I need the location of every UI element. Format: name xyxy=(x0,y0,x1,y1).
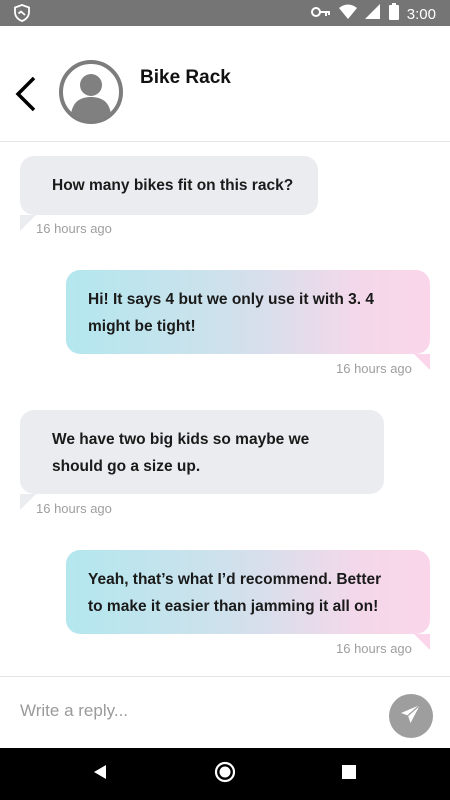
person-avatar-icon xyxy=(58,60,124,129)
message-text-line: Yeah, that’s what I’d recommend. Better xyxy=(88,571,382,588)
chat-header: Bike Rack xyxy=(0,26,450,142)
signal-icon xyxy=(364,3,381,25)
bubble-tail xyxy=(20,215,36,231)
message-text-line: to make it easier than jamming it all on… xyxy=(88,598,379,615)
nav-recents-button[interactable] xyxy=(337,762,361,786)
message-text: How many bikes fit on this rack? xyxy=(52,177,294,194)
message-time: 16 hours ago xyxy=(36,501,112,516)
message-bubble-incoming: How many bikes fit on this rack? xyxy=(20,156,318,215)
message-list[interactable]: How many bikes fit on this rack? 16 hour… xyxy=(0,142,450,676)
message-bubble-outgoing: Yeah, that’s what I’d recommend. Better … xyxy=(66,550,430,634)
status-time: 3:00 xyxy=(406,5,436,23)
back-triangle-icon xyxy=(92,764,108,785)
back-arrow-icon xyxy=(10,76,44,118)
shield-icon xyxy=(14,4,30,27)
bubble-tail xyxy=(414,354,430,370)
key-icon xyxy=(310,5,331,23)
recents-square-icon xyxy=(342,764,356,784)
message-text-line: We have two big kids so maybe we xyxy=(52,431,310,448)
message-time: 16 hours ago xyxy=(336,361,412,376)
battery-icon xyxy=(388,3,399,25)
message-bubble-incoming: We have two big kids so maybe we should … xyxy=(20,410,384,494)
send-icon xyxy=(399,702,423,731)
system-nav-bar xyxy=(0,748,450,800)
status-bar: 3:00 xyxy=(0,0,450,26)
bubble-tail xyxy=(20,494,36,510)
back-button[interactable] xyxy=(10,70,44,114)
reply-input[interactable] xyxy=(20,691,370,731)
nav-back-button[interactable] xyxy=(88,762,112,786)
message-time: 16 hours ago xyxy=(36,221,112,236)
send-button[interactable] xyxy=(389,694,433,738)
wifi-icon xyxy=(338,4,357,25)
message-text-line: should go a size up. xyxy=(52,458,201,475)
bubble-tail xyxy=(414,634,430,650)
reply-bar xyxy=(0,676,450,748)
avatar[interactable] xyxy=(58,59,124,125)
message-text-line: Hi! It says 4 but we only use it with 3.… xyxy=(88,291,374,308)
home-circle-icon xyxy=(214,761,236,788)
nav-home-button[interactable] xyxy=(213,761,237,788)
message-time: 16 hours ago xyxy=(336,641,412,656)
message-bubble-outgoing: Hi! It says 4 but we only use it with 3.… xyxy=(66,270,430,354)
message-text-line: might be tight! xyxy=(88,318,196,335)
chat-title: Bike Rack xyxy=(140,67,231,88)
